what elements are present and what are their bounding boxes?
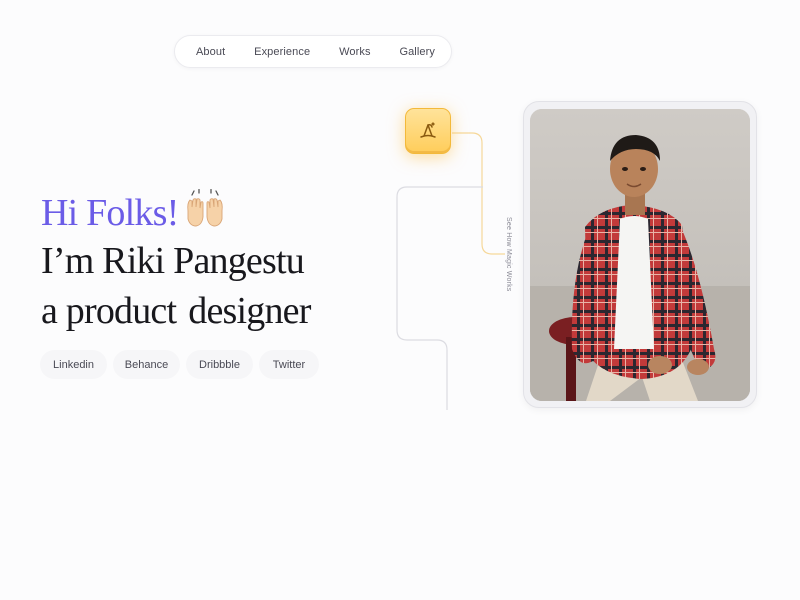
nav-item-about[interactable]: About [196,46,225,58]
nav-item-gallery[interactable]: Gallery [399,46,435,58]
nav-item-experience[interactable]: Experience [254,46,310,58]
social-links: Linkedin Behance Dribbble Twitter [40,350,319,379]
headline-role-b: designer [188,290,311,332]
raising-hands-icon [187,189,224,227]
social-linkedin[interactable]: Linkedin [40,350,107,379]
headline-name: I’m Riki Pangestu [41,240,305,282]
portrait-card [523,101,757,408]
wizard-hat-icon [420,122,436,138]
nav-item-works[interactable]: Works [339,46,370,58]
social-dribbble[interactable]: Dribbble [186,350,253,379]
magic-button[interactable] [405,108,451,154]
top-nav: About Experience Works Gallery [174,35,452,68]
portrait-photo [530,109,750,401]
greeting-text: Hi Folks! [41,192,179,234]
magic-label: See How Magic Works [505,217,512,292]
hero-headline: I’m Riki Pangestu a product designer [41,236,311,336]
hero-greeting: Hi Folks! [41,188,226,238]
social-behance[interactable]: Behance [113,350,180,379]
headline-role-a: a product [41,290,177,332]
social-twitter[interactable]: Twitter [259,350,319,379]
headline-role: a product designer [41,286,311,336]
